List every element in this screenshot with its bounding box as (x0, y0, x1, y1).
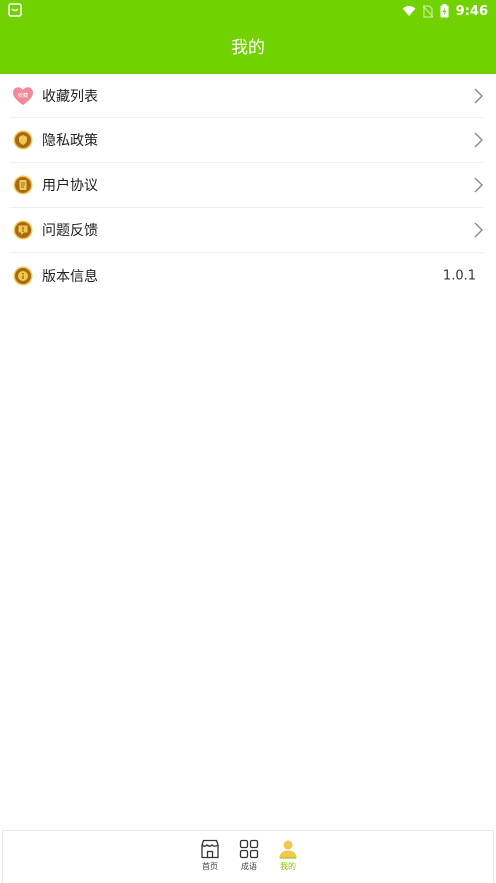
menu-label-feedback: 问题反馈 (42, 223, 98, 239)
menu-label-privacy: 隐私政策 (42, 133, 98, 149)
tab-idioms[interactable]: 成语 (231, 839, 267, 873)
page-title: 我的 (231, 38, 265, 58)
version-value: 1.0.1 (442, 268, 476, 283)
notification-icon (8, 3, 22, 17)
tab-mine[interactable]: 我的 (270, 839, 306, 873)
menu-item-feedback[interactable]: 问题反馈 (10, 208, 484, 253)
menu-item-version: 版本信息 1.0.1 (10, 253, 484, 298)
settings-menu: 收藏 收藏列表 隐私政策 用户协议 问题反馈 版本信息 1.0.1 (0, 74, 496, 298)
wifi-icon (402, 6, 416, 16)
info-icon (12, 265, 34, 287)
bottom-tab-bar: 首页 成语 我的 (2, 830, 494, 883)
battery-charging-icon (440, 4, 449, 18)
menu-item-agreement[interactable]: 用户协议 (10, 163, 484, 208)
privacy-icon (12, 129, 34, 151)
chevron-right-icon (474, 132, 483, 148)
menu-item-favorites[interactable]: 收藏 收藏列表 (10, 74, 484, 118)
heart-icon-text: 收藏 (18, 92, 28, 99)
status-bar: 9:46 (0, 0, 496, 22)
tab-label-idioms: 成语 (241, 862, 257, 871)
status-time: 9:46 (455, 3, 488, 19)
header: 9:46 我的 (0, 0, 496, 74)
chevron-right-icon (474, 88, 483, 103)
status-right: 9:46 (402, 2, 488, 20)
tab-label-mine: 我的 (280, 862, 296, 871)
agreement-icon (12, 174, 34, 196)
menu-label-version: 版本信息 (42, 268, 98, 285)
home-icon (201, 839, 219, 859)
heart-favorite-icon: 收藏 (12, 85, 34, 107)
tab-home[interactable]: 首页 (192, 839, 228, 873)
grid-icon (239, 839, 259, 859)
chevron-right-icon (474, 177, 483, 193)
tab-label-home: 首页 (202, 862, 218, 871)
menu-label-favorites: 收藏列表 (42, 88, 98, 105)
chevron-right-icon (474, 222, 483, 238)
feedback-icon (12, 219, 34, 241)
menu-label-agreement: 用户协议 (42, 178, 98, 194)
user-icon (279, 840, 297, 859)
menu-item-privacy[interactable]: 隐私政策 (10, 118, 484, 163)
no-sim-icon (422, 4, 433, 18)
